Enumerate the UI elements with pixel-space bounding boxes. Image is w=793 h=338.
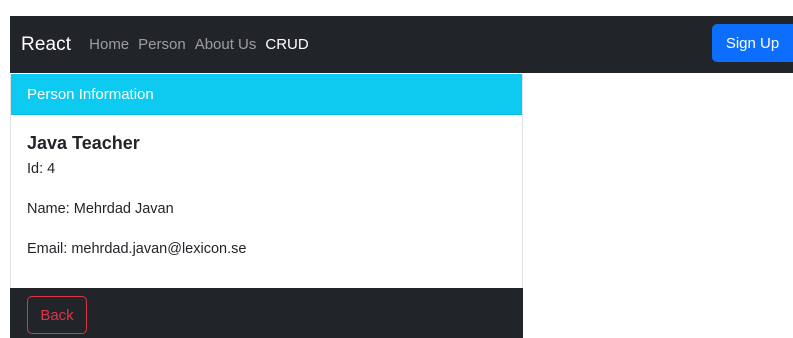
card-title: Java Teacher — [27, 133, 140, 153]
nav-link-crud[interactable]: CRUD — [265, 36, 308, 53]
sign-up-button[interactable]: Sign Up — [712, 24, 793, 62]
navbar: React Home Person About Us CRUD Sign Up — [10, 16, 793, 73]
navbar-brand[interactable]: React — [21, 34, 71, 56]
nav-link-home[interactable]: Home — [89, 36, 129, 53]
card-footer: Back — [10, 288, 523, 338]
person-email: Email: mehrdad.javan@lexicon.se — [27, 241, 247, 257]
card-header: Person Information — [11, 74, 522, 115]
nav-link-person[interactable]: Person — [138, 36, 186, 53]
person-card: Person Information Java Teacher Id: 4 Na… — [10, 74, 523, 288]
back-button[interactable]: Back — [27, 296, 87, 334]
person-name: Name: Mehrdad Javan — [27, 201, 174, 217]
nav-links: Home Person About Us CRUD — [89, 36, 309, 53]
person-id: Id: 4 — [27, 161, 56, 177]
top-spacer — [0, 0, 793, 16]
card-body: Java Teacher Id: 4 Name: Mehrdad Javan E… — [11, 115, 522, 257]
nav-link-about-us[interactable]: About Us — [195, 36, 257, 53]
page: React Home Person About Us CRUD Sign Up … — [0, 0, 793, 338]
